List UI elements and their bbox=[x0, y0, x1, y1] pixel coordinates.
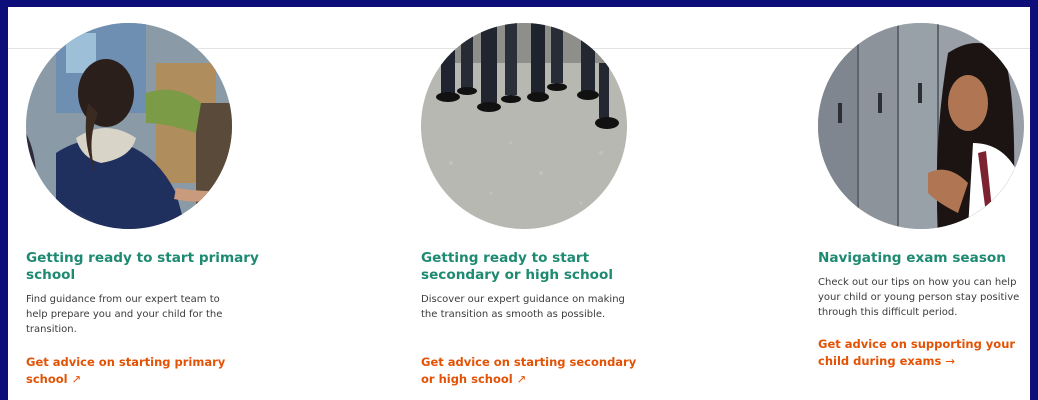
child-in-classroom-photo bbox=[26, 23, 232, 229]
card-description: Check out our tips on how you can help y… bbox=[818, 277, 1020, 318]
card-description: Find guidance from our expert team to he… bbox=[26, 294, 223, 335]
link-label[interactable]: Get advice on starting primary school bbox=[26, 355, 225, 386]
content-section: Getting ready to start primary school Fi… bbox=[8, 7, 1030, 400]
primary-school-advice-link[interactable]: Get advice on starting primary school ↗ bbox=[26, 354, 246, 388]
external-link-icon[interactable]: ↗ bbox=[72, 371, 82, 388]
exam-advice-link[interactable]: Get advice on supporting your child duri… bbox=[818, 336, 1030, 370]
students-feet-playground-photo bbox=[421, 23, 627, 229]
card-description: Discover our expert guidance on making t… bbox=[421, 294, 625, 320]
card-title: Getting ready to start secondary or high… bbox=[421, 250, 614, 283]
secondary-school-advice-link[interactable]: Get advice on starting secondary or high… bbox=[421, 354, 641, 388]
link-label[interactable]: Get advice on supporting your child duri… bbox=[818, 337, 1015, 368]
student-by-lockers-photo bbox=[818, 23, 1024, 229]
card-title: Getting ready to start primary school bbox=[26, 250, 259, 283]
link-label[interactable]: Get advice on starting secondary or high… bbox=[421, 355, 636, 386]
card-title: Navigating exam season bbox=[818, 250, 1006, 266]
arrow-right-icon[interactable]: → bbox=[945, 353, 955, 370]
external-link-icon[interactable]: ↗ bbox=[517, 371, 527, 388]
